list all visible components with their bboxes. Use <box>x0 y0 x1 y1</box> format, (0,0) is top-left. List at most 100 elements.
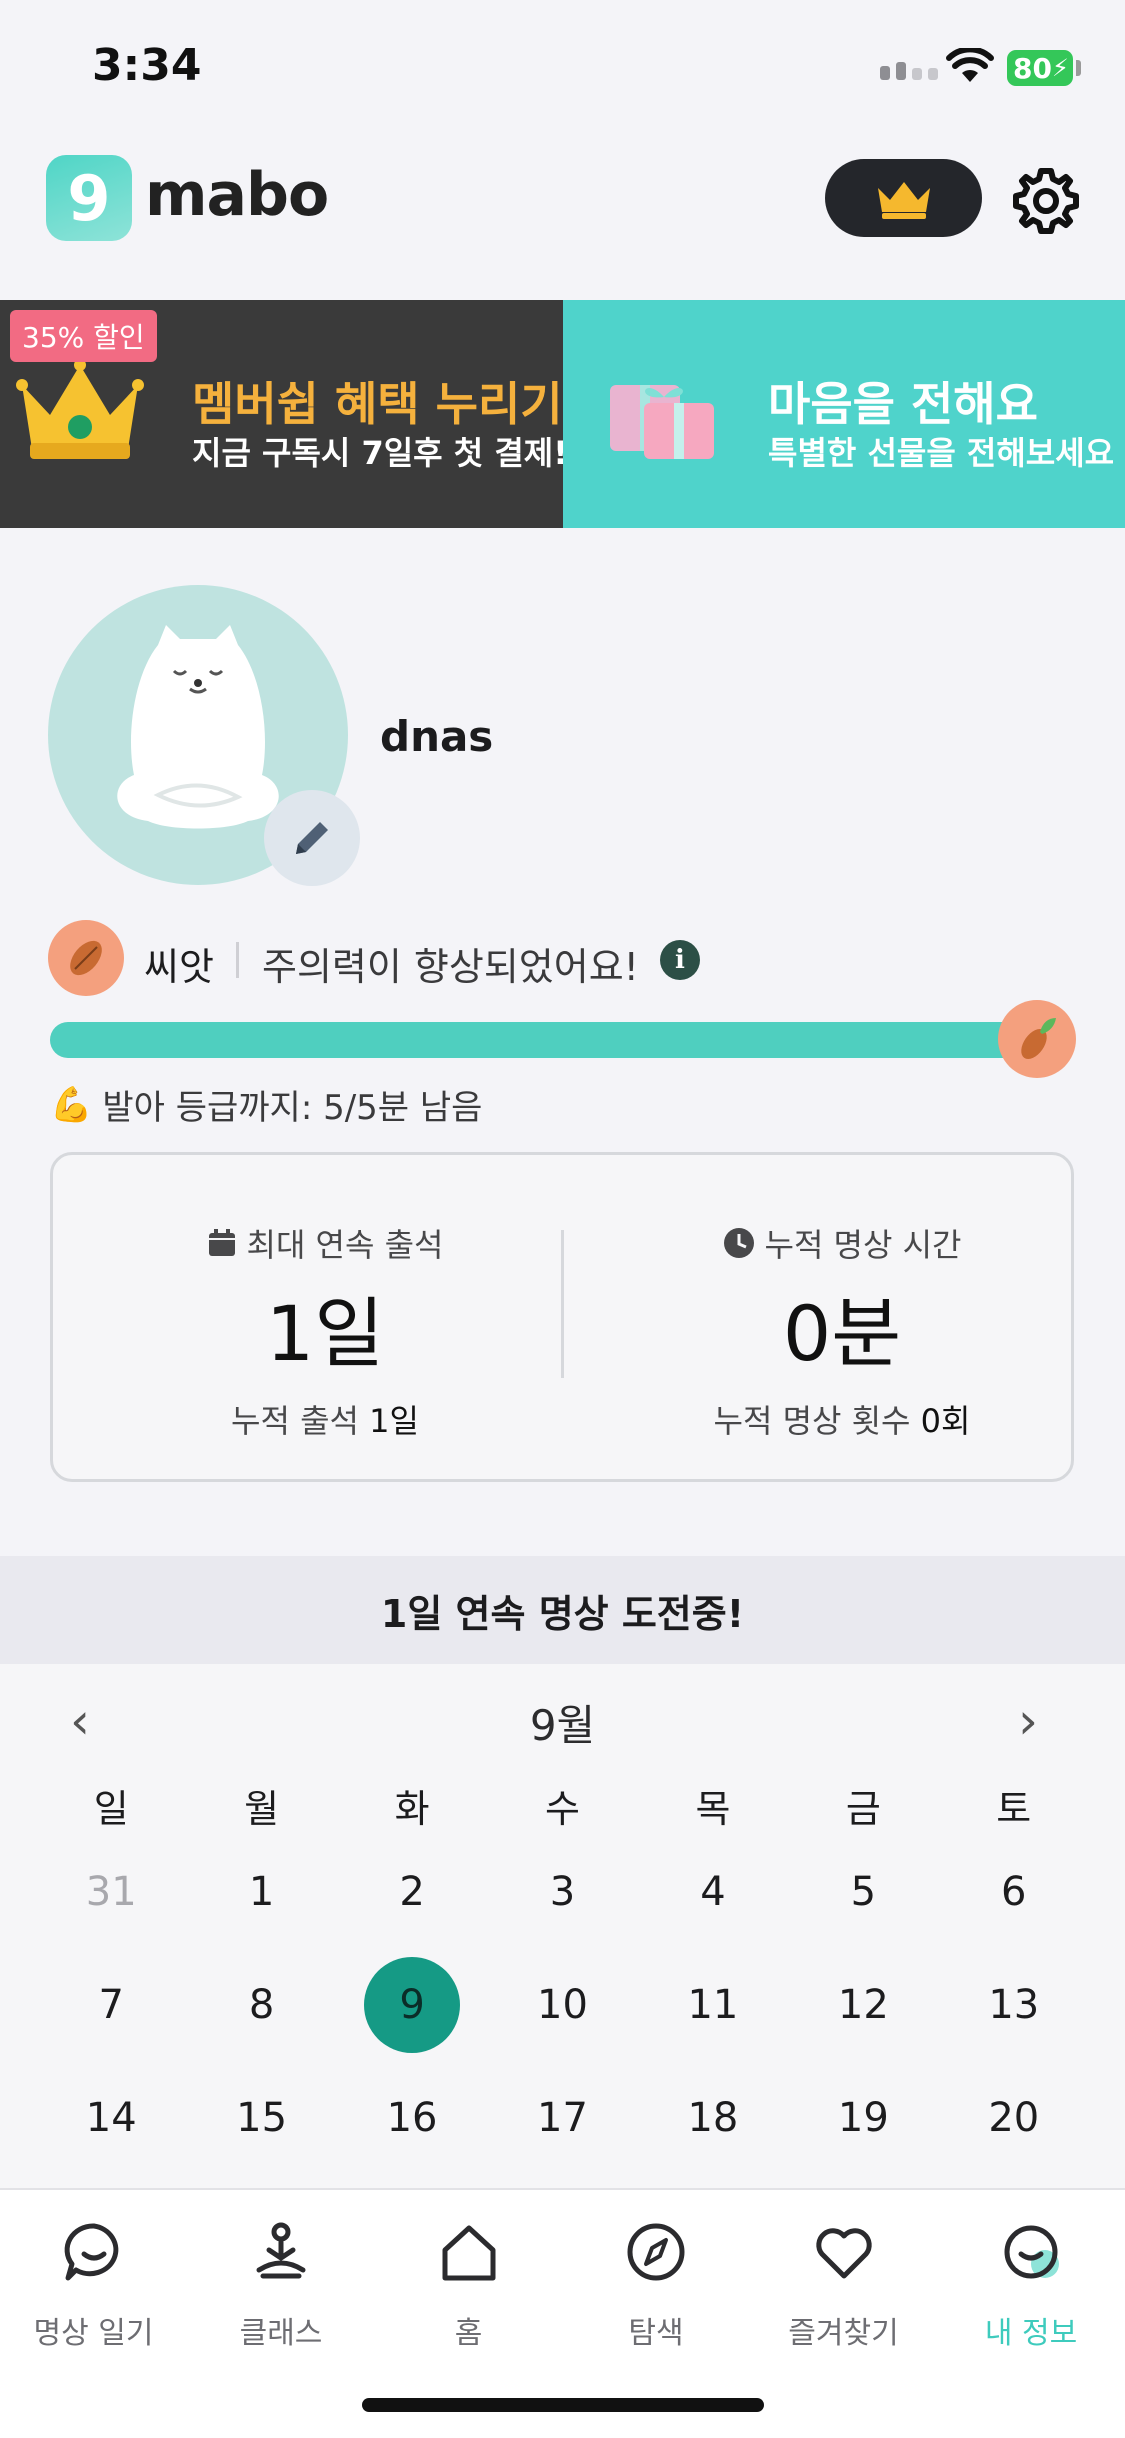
calendar-day[interactable]: 8 <box>186 1948 336 2061</box>
seed-level-icon <box>48 920 124 996</box>
tab-label: 클래스 <box>239 2316 323 2351</box>
calendar-day-number: 15 <box>236 2094 288 2141</box>
heart-icon <box>750 2212 937 2292</box>
calendar-day-number: 17 <box>537 2094 588 2141</box>
stat-total-time: 누적 명상 시간 0분 누적 명상 횟수 0회 <box>592 1220 1092 1442</box>
settings-gear-icon[interactable] <box>1010 165 1082 237</box>
calendar-day[interactable]: 3 <box>487 1835 637 1948</box>
home-indicator <box>362 2398 764 2412</box>
calendar-day-number: 11 <box>687 1981 739 2028</box>
calendar-day[interactable]: 4 <box>638 1835 788 1948</box>
calendar-day[interactable]: 16 <box>337 2061 487 2174</box>
calendar-day-number: 7 <box>98 1981 124 2028</box>
level-separator <box>236 942 239 978</box>
calendar-day-number: 14 <box>85 2094 137 2141</box>
calendar-day-number: 6 <box>1001 1868 1027 1915</box>
tab-label: 내 정보 <box>984 2316 1078 2351</box>
stat-sub-label: 누적 출석 <box>231 1402 359 1440</box>
tab-home[interactable]: 홈 <box>375 2212 562 2352</box>
calendar-day[interactable]: 11 <box>638 1948 788 2061</box>
calendar-day-number: 20 <box>988 2094 1040 2141</box>
tab-heart[interactable]: 즐겨찾기 <box>750 2212 937 2352</box>
stat-max-streak: 최대 연속 출석 1일 누적 출석 1일 <box>75 1220 575 1442</box>
calendar-weekday: 수 <box>545 1786 580 1831</box>
calendar-grid: 일 월 화 수 목 금 토 31 1 2 3 4 5 6 7 8 9 10 11 12 13 14 15 16 17 18 19 20 <box>36 1775 1089 2174</box>
calendar-weekday: 화 <box>394 1786 430 1831</box>
calendar-weekday: 월 <box>244 1786 280 1831</box>
discount-badge: 35% 할인 <box>10 310 157 362</box>
calendar-day[interactable]: 15 <box>186 2061 336 2174</box>
streak-banner: 1일 연속 명상 도전중! <box>0 1556 1125 1664</box>
calendar-prev-month-button[interactable]: ‹ <box>70 1692 90 1750</box>
calendar-day-number: 9 <box>364 1956 461 2053</box>
calendar-day[interactable]: 6 <box>939 1835 1089 1948</box>
tab-label: 탐색 <box>628 2316 684 2351</box>
calendar-day-number: 10 <box>537 1981 588 2028</box>
calendar-day-number: 3 <box>549 1868 576 1915</box>
calendar-day-number: 2 <box>399 1868 425 1915</box>
tab-label: 홈 <box>454 2316 483 2351</box>
calendar-day[interactable]: 17 <box>487 2061 637 2174</box>
wifi-icon <box>946 48 994 82</box>
calendar-month: 9월 <box>529 1701 596 1750</box>
tab-chat-smile[interactable]: 명상 일기 <box>0 2212 187 2352</box>
calendar-day[interactable]: 13 <box>939 1948 1089 2061</box>
calendar-day-number: 18 <box>687 2094 739 2141</box>
calendar-day[interactable]: 10 <box>487 1948 637 2061</box>
calendar-weekday: 목 <box>695 1786 731 1831</box>
stat-label: 누적 명상 시간 <box>764 1226 962 1264</box>
calendar-day[interactable]: 1 <box>186 1835 336 1948</box>
calendar-day-number: 12 <box>837 1981 889 2028</box>
gift-box-icon <box>610 385 714 459</box>
gift-banner-title: 마음을 전해요 <box>768 377 1038 431</box>
calendar-day-number: 5 <box>850 1868 877 1915</box>
calendar-day[interactable]: 18 <box>638 2061 788 2174</box>
stat-sub-value: 0회 <box>920 1402 971 1440</box>
calendar-day[interactable]: 31 <box>36 1835 186 1948</box>
gold-crown-icon <box>16 359 144 459</box>
calendar-day[interactable]: 5 <box>788 1835 938 1948</box>
calendar-day[interactable]: 19 <box>788 2061 938 2174</box>
calendar-weekday: 토 <box>996 1786 1032 1831</box>
meditation-icon <box>188 2212 375 2292</box>
level-name: 씨앗 <box>144 945 214 989</box>
calendar-weekday: 금 <box>845 1786 881 1831</box>
calendar-day[interactable]: 2 <box>337 1835 487 1948</box>
profile-smile-icon <box>938 2212 1125 2292</box>
calendar-day-number: 31 <box>85 1868 137 1915</box>
stat-label: 최대 연속 출석 <box>246 1226 444 1264</box>
membership-banner-title: 멤버쉽 혜택 누리기 <box>192 377 563 431</box>
chat-smile-icon <box>0 2212 187 2292</box>
calendar-next-month-button[interactable]: › <box>1018 1692 1038 1750</box>
clock-icon <box>723 1228 754 1258</box>
next-level-text: 발아 등급까지: 5/5분 남음 <box>102 1088 483 1128</box>
battery-icon: 80 ⚡ <box>1007 50 1073 86</box>
signal-icon <box>880 62 938 80</box>
battery-cap <box>1076 60 1081 76</box>
calendar-day[interactable]: 12 <box>788 1948 938 2061</box>
calendar-weekday: 일 <box>93 1786 129 1831</box>
home-icon <box>375 2212 562 2292</box>
calendar-day-number: 16 <box>386 2094 438 2141</box>
tab-compass[interactable]: 탐색 <box>563 2212 750 2352</box>
next-level-info: 💪 발아 등급까지: 5/5분 남음 <box>50 1080 482 1129</box>
edit-profile-button[interactable] <box>264 790 360 886</box>
tab-profile-smile[interactable]: 내 정보 <box>938 2212 1125 2352</box>
calendar-day-number: 13 <box>988 1981 1040 2028</box>
calendar-day-number: 8 <box>248 1981 275 2028</box>
sprout-level-icon <box>998 1000 1076 1078</box>
stat-sub-label: 누적 명상 횟수 <box>713 1402 911 1440</box>
calendar-day[interactable]: 7 <box>36 1948 186 2061</box>
flexed-arm-icon: 💪 <box>50 1084 93 1125</box>
calendar-day-today[interactable]: 9 <box>337 1948 487 2061</box>
calendar-day-number: 19 <box>837 2094 889 2141</box>
membership-crown-button[interactable] <box>825 159 982 237</box>
info-icon[interactable]: i <box>660 940 700 980</box>
calendar-day[interactable]: 20 <box>939 2061 1089 2174</box>
calendar-day[interactable]: 14 <box>36 2061 186 2174</box>
compass-icon <box>563 2212 750 2292</box>
level-description: 주의력이 향상되었어요! <box>262 945 639 989</box>
tab-meditation[interactable]: 클래스 <box>188 2212 375 2352</box>
crown-icon <box>877 182 930 219</box>
tab-label: 즐겨찾기 <box>788 2316 899 2351</box>
